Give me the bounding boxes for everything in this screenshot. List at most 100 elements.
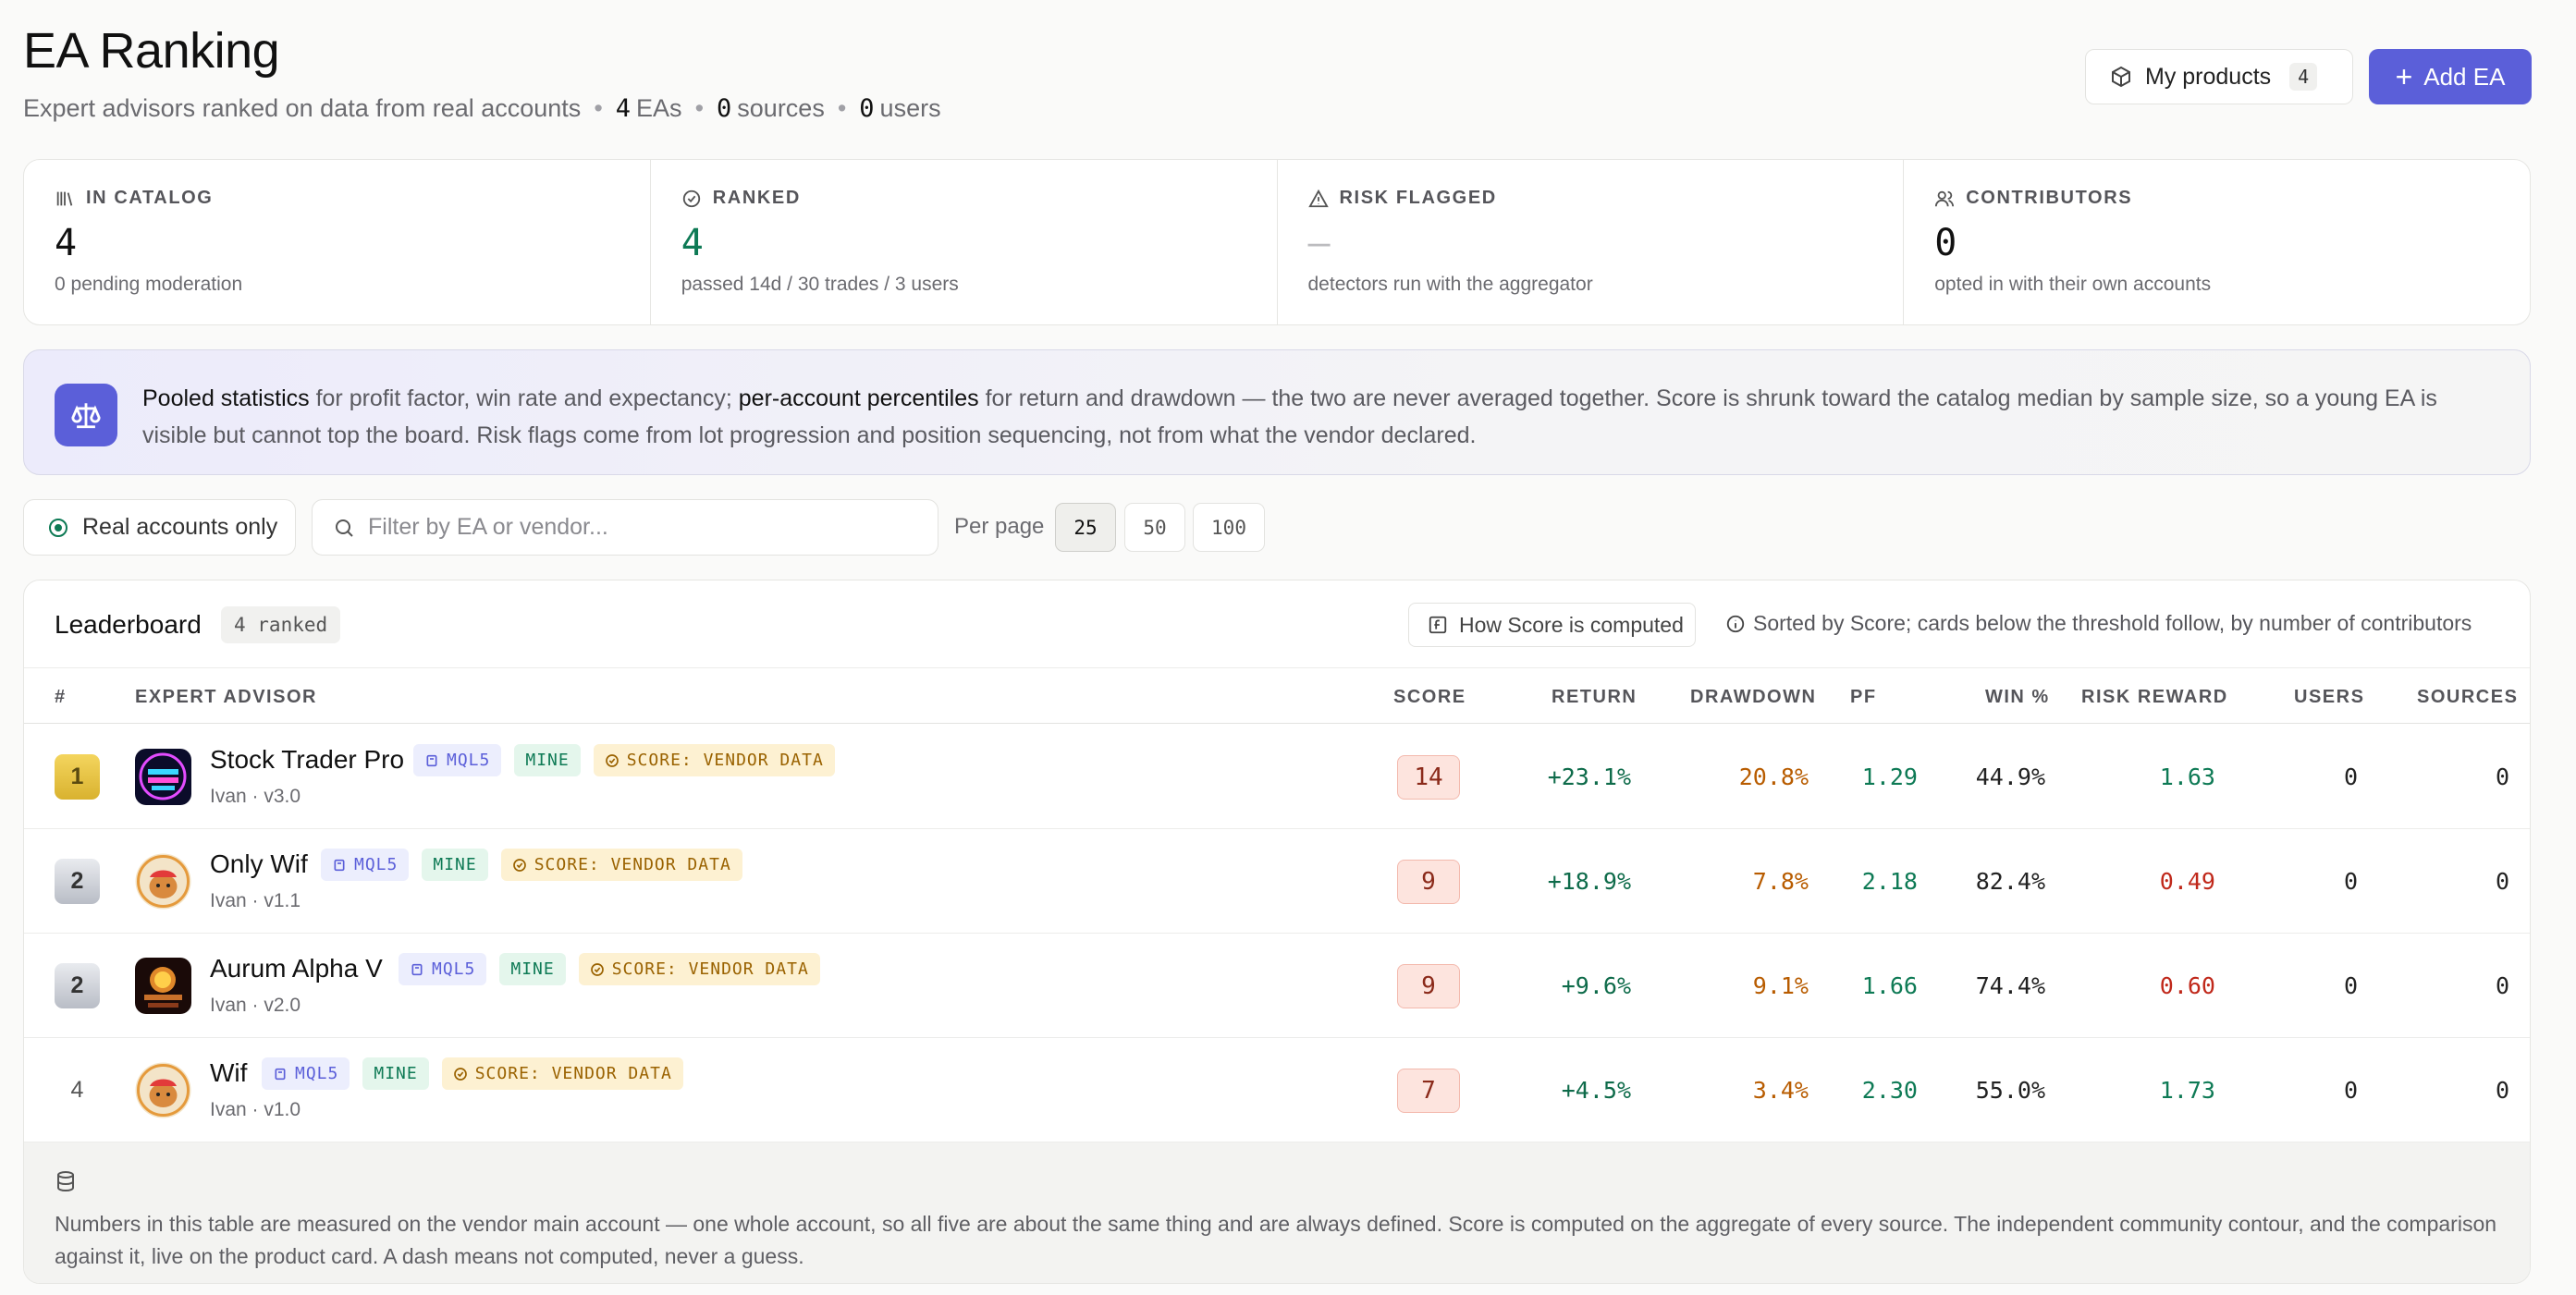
separator-dot: • bbox=[694, 94, 705, 122]
table-row[interactable]: 2 Only Wif MQL5 MINE SCORE: VENDOR DATA … bbox=[24, 829, 2530, 934]
table-row[interactable]: 4 Wif MQL5 MINE SCORE: VENDOR DATA Ivan … bbox=[24, 1038, 2530, 1142]
win-value: 82.4% bbox=[1975, 868, 2045, 895]
stat-label: RANKED bbox=[712, 188, 801, 208]
how-score-label: How Score is computed bbox=[1459, 612, 1684, 637]
per-page-25[interactable]: 25 bbox=[1055, 503, 1116, 552]
check-circle-icon bbox=[512, 858, 526, 872]
mql5-tag: MQL5 bbox=[262, 1057, 350, 1090]
mine-tag: MINE bbox=[499, 953, 566, 985]
ea-name[interactable]: Wif bbox=[210, 1058, 247, 1088]
risk-reward-value: 1.63 bbox=[2159, 764, 2215, 790]
score-badge: 9 bbox=[1397, 964, 1460, 1008]
per-page-50[interactable]: 50 bbox=[1124, 503, 1185, 552]
ea-tags: MQL5 MINE SCORE: VENDOR DATA bbox=[321, 849, 742, 881]
search-input[interactable] bbox=[368, 514, 886, 541]
pf-value: 1.66 bbox=[1861, 972, 1918, 999]
per-page-label: Per page bbox=[954, 514, 1045, 539]
drawdown-value: 20.8% bbox=[1738, 764, 1809, 790]
stat-ranked: RANKED 4 passed 14d / 30 trades / 3 user… bbox=[651, 160, 1278, 324]
return-value: +4.5% bbox=[1561, 1077, 1631, 1104]
table-row[interactable]: 1 Stock Trader Pro MQL5 MINE SCORE: VEND… bbox=[24, 725, 2530, 829]
my-products-count: 4 bbox=[2289, 63, 2318, 91]
sources-value: 0 bbox=[2495, 868, 2509, 895]
score-badge: 7 bbox=[1397, 1069, 1460, 1113]
col-rank[interactable]: # bbox=[55, 687, 67, 708]
sort-note-text: Sorted by Score; cards below the thresho… bbox=[1753, 611, 2472, 635]
check-circle-icon bbox=[49, 518, 67, 537]
mql5-tag: MQL5 bbox=[399, 953, 487, 985]
win-value: 74.4% bbox=[1975, 972, 2045, 999]
real-accounts-toggle[interactable]: Real accounts only bbox=[23, 499, 296, 556]
col-win[interactable]: WIN % bbox=[1985, 687, 2050, 708]
cart-icon bbox=[426, 754, 437, 766]
stat-value: 4 bbox=[681, 222, 704, 264]
leaderboard-title: Leaderboard bbox=[55, 610, 202, 639]
col-sources[interactable]: SOURCES bbox=[2417, 687, 2518, 708]
ea-name[interactable]: Aurum Alpha V bbox=[210, 954, 383, 983]
rank-badge: 2 bbox=[55, 963, 100, 1008]
col-risk-reward[interactable]: RISK REWARD bbox=[2081, 687, 2228, 708]
ea-name[interactable]: Only Wif bbox=[210, 849, 308, 879]
ea-meta: Ivan · v1.1 bbox=[210, 890, 301, 911]
info-icon bbox=[1726, 615, 1745, 632]
separator-dot: • bbox=[837, 94, 847, 122]
eas-count: 4 bbox=[615, 94, 632, 123]
pf-value: 2.30 bbox=[1861, 1077, 1918, 1104]
real-accounts-label: Real accounts only bbox=[82, 514, 278, 540]
table-header: # EXPERT ADVISOR SCORE RETURN DRAWDOWN P… bbox=[24, 668, 2530, 724]
sources-value: 0 bbox=[2495, 972, 2509, 999]
col-drawdown[interactable]: DRAWDOWN bbox=[1690, 687, 1816, 708]
banner-bold-2: per-account percentiles bbox=[738, 385, 979, 411]
warning-triangle-icon bbox=[1307, 189, 1329, 207]
return-value: +9.6% bbox=[1561, 972, 1631, 999]
per-page-100[interactable]: 100 bbox=[1193, 503, 1265, 552]
cart-icon bbox=[334, 859, 345, 871]
sources-count: 0 bbox=[717, 94, 732, 123]
score-badge: 14 bbox=[1397, 755, 1460, 800]
search-box[interactable] bbox=[312, 499, 938, 556]
return-value: +23.1% bbox=[1547, 764, 1631, 790]
cart-icon bbox=[411, 963, 423, 975]
stat-sub: opted in with their own accounts bbox=[1934, 274, 2212, 295]
drawdown-value: 7.8% bbox=[1752, 868, 1809, 895]
score-badge: 9 bbox=[1397, 860, 1460, 904]
col-expert-advisor[interactable]: EXPERT ADVISOR bbox=[135, 687, 317, 708]
ea-tags: MQL5 MINE SCORE: VENDOR DATA bbox=[399, 953, 820, 985]
ranked-count-badge: 4 ranked bbox=[221, 606, 341, 643]
users-value: 0 bbox=[2343, 1077, 2358, 1104]
stat-sub: 0 pending moderation bbox=[55, 274, 243, 295]
sort-note: Sorted by Score; cards below the thresho… bbox=[1725, 611, 2472, 636]
ea-meta: Ivan · v2.0 bbox=[210, 995, 301, 1016]
how-score-button[interactable]: How Score is computed bbox=[1408, 603, 1696, 647]
leaderboard-header: Leaderboard 4 ranked How Score is comput… bbox=[24, 580, 2530, 668]
ea-name[interactable]: Stock Trader Pro bbox=[210, 745, 404, 775]
pf-value: 1.29 bbox=[1861, 764, 1918, 790]
table-row[interactable]: 2 Aurum Alpha V MQL5 MINE SCORE: VENDOR … bbox=[24, 934, 2530, 1038]
add-ea-label: Add EA bbox=[2423, 62, 2506, 91]
sources-value: 0 bbox=[2495, 764, 2509, 790]
mine-tag: MINE bbox=[362, 1057, 429, 1090]
check-circle-icon bbox=[682, 189, 700, 207]
table-footer-note: Numbers in this table are measured on th… bbox=[24, 1142, 2530, 1283]
methodology-banner: Pooled statistics for profit factor, win… bbox=[23, 349, 2531, 475]
ea-tags: MQL5 MINE SCORE: VENDOR DATA bbox=[262, 1057, 683, 1090]
plus-icon: + bbox=[2395, 60, 2413, 93]
page-subtitle: Expert advisors ranked on data from real… bbox=[23, 94, 941, 123]
footer-note-text: Numbers in this table are measured on th… bbox=[55, 1212, 2497, 1268]
rank-badge: 1 bbox=[55, 754, 100, 800]
my-products-label: My products bbox=[2145, 63, 2272, 90]
ea-avatar bbox=[135, 853, 191, 910]
col-return[interactable]: RETURN bbox=[1552, 687, 1637, 708]
col-score[interactable]: SCORE bbox=[1393, 687, 1466, 708]
add-ea-button[interactable]: + Add EA bbox=[2369, 49, 2532, 104]
risk-reward-value: 0.49 bbox=[2159, 868, 2215, 895]
users-label: users bbox=[879, 94, 941, 122]
ea-tags: MQL5 MINE SCORE: VENDOR DATA bbox=[413, 744, 835, 776]
col-users[interactable]: USERS bbox=[2294, 687, 2364, 708]
col-pf[interactable]: PF bbox=[1850, 687, 1877, 708]
eas-label: EAs bbox=[636, 94, 682, 122]
vendor-data-tag: SCORE: VENDOR DATA bbox=[578, 953, 820, 985]
separator-dot: • bbox=[594, 94, 603, 122]
stats-panel: IN CATALOG 4 0 pending moderation RANKED… bbox=[23, 159, 2531, 325]
my-products-button[interactable]: My products 4 bbox=[2085, 49, 2353, 104]
